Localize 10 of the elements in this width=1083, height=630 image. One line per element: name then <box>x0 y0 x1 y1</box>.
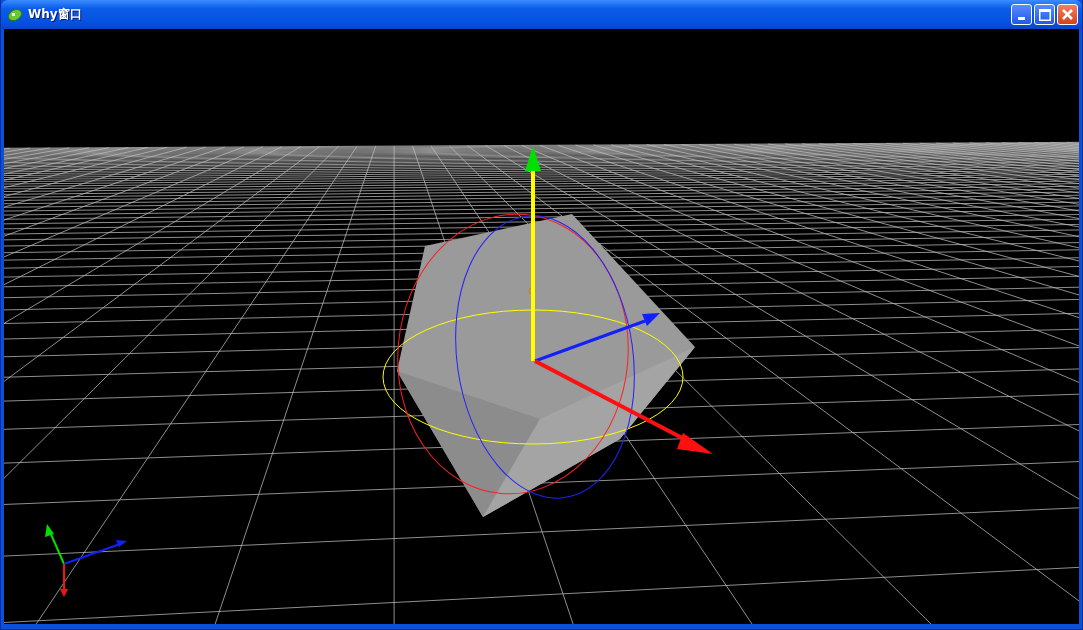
axis-triad-icon <box>45 524 127 597</box>
close-icon <box>1062 9 1073 20</box>
window-title: Why窗口 <box>28 6 82 23</box>
transform-gizmo[interactable] <box>382 146 713 499</box>
close-button[interactable] <box>1057 4 1078 25</box>
minimize-button[interactable] <box>1011 4 1032 25</box>
maximize-button[interactable] <box>1034 4 1055 25</box>
maximize-icon <box>1038 8 1051 21</box>
minimize-icon <box>1018 17 1025 20</box>
leaf-icon <box>7 6 23 23</box>
